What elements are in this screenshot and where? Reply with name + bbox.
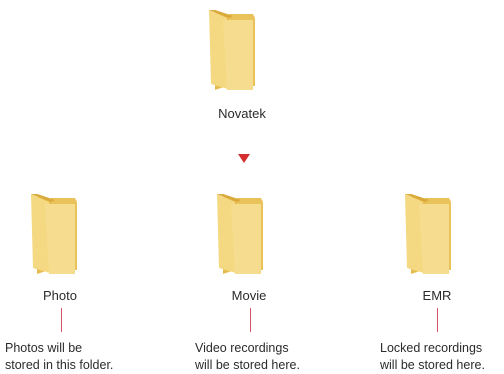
movie-folder-label: Movie [231,288,267,303]
note-line: Locked recordings [380,341,483,355]
emr-folder-label: EMR [422,288,452,303]
folder-icon [217,194,263,274]
note-line: stored in this folder. [5,358,114,372]
connector-line [250,308,251,332]
down-arrow-icon [238,154,250,163]
note-line: Photos will be [5,341,83,355]
note-line: Video recordings [195,341,289,355]
emr-folder-note: Locked recordings will be stored here. [380,340,485,374]
note-line: will be stored here. [195,358,300,372]
root-folder-label: Novatek [218,106,266,121]
connector-line [437,308,438,332]
folder-icon [405,194,451,274]
photo-folder-note: Photos will be stored in this folder. [5,340,113,374]
folder-icon [31,194,77,274]
movie-folder-note: Video recordings will be stored here. [195,340,300,374]
connector-line [61,308,62,332]
note-line: will be stored here. [380,358,485,372]
folder-icon [209,10,255,90]
photo-folder-label: Photo [43,288,77,303]
